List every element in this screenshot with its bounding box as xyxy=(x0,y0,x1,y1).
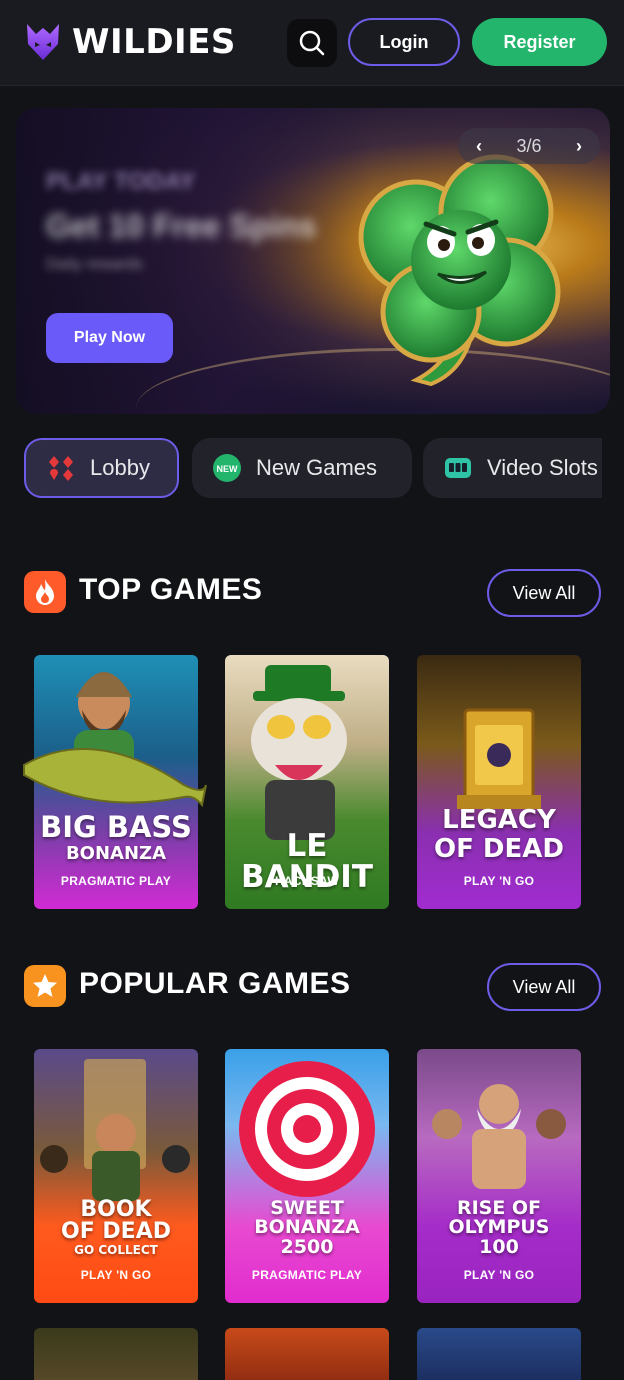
register-button[interactable]: Register xyxy=(472,18,607,66)
game-provider: HACKSAW xyxy=(274,874,340,888)
game-title-sub: OLYMPUS xyxy=(448,1216,550,1238)
tab-label: New Games xyxy=(256,455,378,480)
section-title: TOP GAMES xyxy=(79,573,263,606)
game-card-book-of-dead[interactable]: BOOK OF DEAD GO COLLECT PLAY 'N GO xyxy=(34,1049,198,1303)
clover-mascot-image xyxy=(358,154,561,387)
game-card-rise-of-olympus[interactable]: RISE OF OLYMPUS 100 PLAY 'N GO xyxy=(417,1049,581,1303)
slide-indicator: ‹ 3/6 › xyxy=(458,128,600,164)
tab-lobby[interactable]: Lobby xyxy=(24,438,179,498)
view-all-button[interactable]: View All xyxy=(487,569,601,617)
chevron-left-icon[interactable]: ‹ xyxy=(476,136,482,157)
tab-label: Video Slots xyxy=(487,455,598,480)
game-title-sub: OF DEAD xyxy=(434,834,564,864)
game-card-big-bass[interactable]: BIG BASS BONANZA PRAGMATIC PLAY xyxy=(23,655,207,909)
brand-logo[interactable]: WILDIES xyxy=(24,20,236,64)
game-title: BOOK xyxy=(80,1197,152,1222)
game-card-sweet-bonanza[interactable]: SWEET BONANZA 2500 PRAGMATIC PLAY xyxy=(225,1049,389,1303)
wolf-logo-icon xyxy=(27,24,59,60)
game-title-edition: 100 xyxy=(479,1236,519,1258)
banner-eyebrow: PLAY TODAY xyxy=(46,168,196,195)
login-button[interactable]: Login xyxy=(348,18,460,66)
category-tabs: Lobby NEW New Games Video Slots xyxy=(24,438,602,498)
game-card-partial[interactable] xyxy=(225,1328,389,1380)
game-card-background xyxy=(417,1328,581,1380)
search-button[interactable] xyxy=(287,19,337,67)
tab-video-slots[interactable]: Video Slots xyxy=(423,438,602,498)
slot-machine-icon xyxy=(443,453,473,483)
gods-artwork xyxy=(432,1084,566,1189)
section-title: POPULAR GAMES xyxy=(79,967,351,1000)
svg-text:NEW: NEW xyxy=(217,464,239,474)
star-icon xyxy=(24,965,66,1007)
search-icon xyxy=(299,30,325,56)
game-title-sub: BONANZA xyxy=(254,1216,360,1238)
game-title: LEGACY xyxy=(442,805,556,835)
golden-sarcophagus-artwork xyxy=(457,708,541,809)
new-badge-icon: NEW xyxy=(212,453,242,483)
banner-subtitle: Daily rewards xyxy=(46,256,143,273)
tab-new-games[interactable]: NEW New Games xyxy=(192,438,412,498)
game-provider: PLAY 'N GO xyxy=(463,1268,535,1282)
fisherman-artwork xyxy=(23,672,207,808)
game-card-legacy-of-dead[interactable]: LEGACY OF DEAD PLAY 'N GO xyxy=(417,655,581,909)
game-title-sub: BONANZA xyxy=(65,843,167,864)
lollipop-artwork xyxy=(239,1061,375,1197)
brand-name: WILDIES xyxy=(72,22,236,62)
play-now-button[interactable]: Play Now xyxy=(46,313,173,363)
tab-label: Lobby xyxy=(90,455,150,480)
top-header: WILDIES Login Register xyxy=(0,0,624,86)
fire-icon xyxy=(24,571,66,613)
top-games-header: TOP GAMES View All xyxy=(24,569,601,619)
promo-banner[interactable]: ‹ 3/6 › PLAY TODAY Get 10 Free Spins Dai… xyxy=(16,108,610,414)
game-card-le-bandit[interactable]: LE BANDIT HACKSAW xyxy=(225,655,389,909)
chevron-right-icon[interactable]: › xyxy=(576,136,582,157)
game-card-background xyxy=(225,1328,389,1380)
game-card-background xyxy=(34,1328,198,1380)
banner-title: Get 10 Free Spins xyxy=(46,208,317,244)
adventurer-artwork xyxy=(40,1059,190,1201)
game-title-edition: GO COLLECT xyxy=(74,1243,158,1257)
game-title-edition: 2500 xyxy=(280,1236,334,1258)
cards-icon xyxy=(46,453,76,483)
game-provider: PRAGMATIC PLAY xyxy=(60,874,172,888)
slide-counter: 3/6 xyxy=(516,135,542,156)
game-provider: PLAY 'N GO xyxy=(80,1268,152,1282)
game-card-partial[interactable] xyxy=(34,1328,198,1380)
view-all-button[interactable]: View All xyxy=(487,963,601,1011)
popular-games-header: POPULAR GAMES View All xyxy=(24,963,601,1013)
game-provider: PRAGMATIC PLAY xyxy=(251,1268,363,1282)
game-title: BIG BASS xyxy=(40,810,192,844)
game-provider: PLAY 'N GO xyxy=(463,874,535,888)
game-title-sub: OF DEAD xyxy=(61,1219,171,1244)
game-card-partial[interactable] xyxy=(417,1328,581,1380)
